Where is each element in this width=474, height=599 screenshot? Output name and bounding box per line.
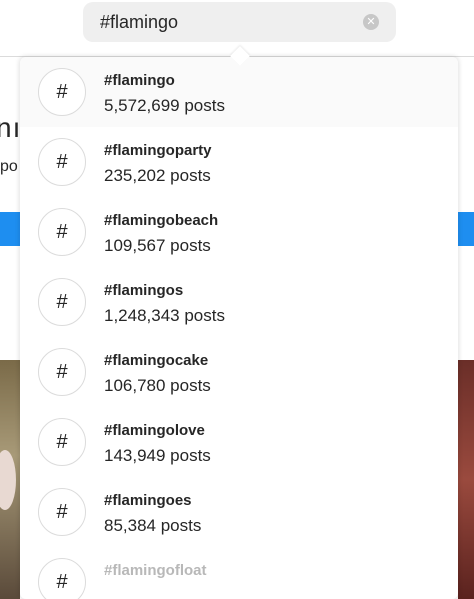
hashtag-name: #flamingoes — [104, 492, 192, 509]
result-item[interactable]: # #flamingocake 106,780 posts — [20, 337, 458, 407]
post-count: 5,572,699 posts — [104, 96, 225, 115]
result-item[interactable]: # #flamingos 1,248,343 posts — [20, 267, 458, 337]
search-input[interactable] — [100, 2, 355, 42]
result-item[interactable]: # #flamingofloat — [20, 547, 458, 599]
post-thumbnail-left[interactable] — [0, 360, 20, 599]
post-thumbnail-right[interactable] — [458, 360, 474, 599]
hashtag-name: #flamingofloat — [104, 562, 207, 579]
follow-button-edge[interactable] — [0, 212, 20, 246]
result-item[interactable]: # #flamingoes 85,384 posts — [20, 477, 458, 547]
search-results-dropdown: # #flamingo 5,572,699 posts # #flamingop… — [20, 57, 458, 599]
hashtag-icon: # — [38, 208, 86, 256]
hashtag-name: #flamingoparty — [104, 142, 212, 159]
hashtag-name: #flamingo — [104, 72, 175, 89]
hashtag-icon: # — [38, 348, 86, 396]
post-count: 235,202 posts — [104, 166, 211, 185]
post-count: 143,949 posts — [104, 446, 211, 465]
clear-search-icon[interactable]: ✕ — [363, 14, 379, 30]
post-count: 109,567 posts — [104, 236, 211, 255]
hashtag-name: #flamingobeach — [104, 212, 219, 229]
hashtag-icon: # — [38, 278, 86, 326]
profile-title-fragment: nı — [0, 112, 22, 143]
hashtag-name: #flamingos — [104, 282, 184, 299]
result-item[interactable]: # #flamingolove 143,949 posts — [20, 407, 458, 477]
hashtag-icon: # — [38, 138, 86, 186]
post-count: 85,384 posts — [104, 516, 202, 535]
hashtag-icon: # — [38, 68, 86, 116]
post-count: 106,780 posts — [104, 376, 211, 395]
hashtag-name: #flamingolove — [104, 422, 205, 439]
result-item[interactable]: # #flamingoparty 235,202 posts — [20, 127, 458, 197]
hashtag-icon: # — [38, 418, 86, 466]
posts-label-fragment: po — [0, 158, 18, 175]
post-count: 1,248,343 posts — [104, 306, 225, 325]
result-item[interactable]: # #flamingobeach 109,567 posts — [20, 197, 458, 267]
search-box[interactable]: ✕ — [83, 2, 396, 42]
follow-button-edge-right[interactable] — [458, 212, 474, 246]
hashtag-name: #flamingocake — [104, 352, 209, 369]
hashtag-icon: # — [38, 488, 86, 536]
result-item[interactable]: # #flamingo 5,572,699 posts — [20, 57, 458, 127]
hashtag-icon: # — [38, 558, 86, 599]
